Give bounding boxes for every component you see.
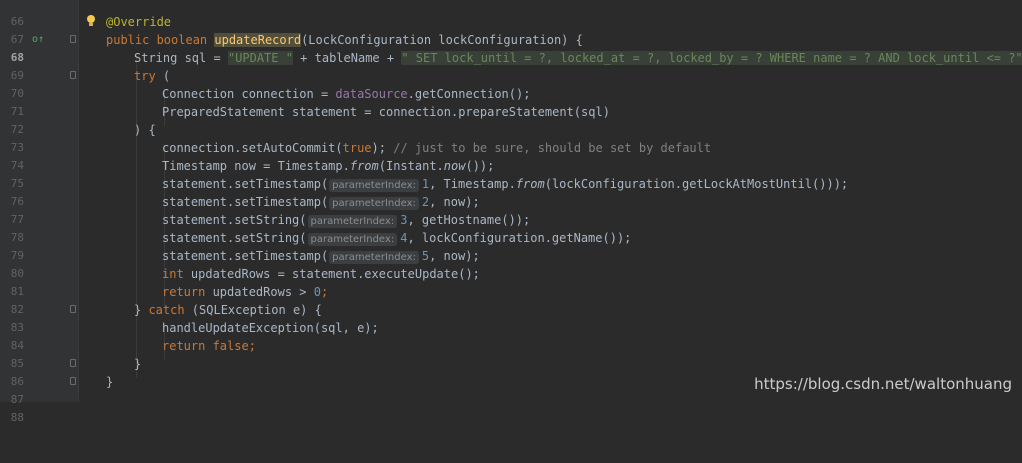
code-editor[interactable]: 66 67 @Override 68 o↑ public boolean upd… xyxy=(0,0,1022,424)
code-line[interactable]: 69 String sql = "UPDATE " + tableName + … xyxy=(0,49,1022,82)
code-text: Connection connection = xyxy=(162,87,336,101)
method-name: updateRecord xyxy=(214,33,302,47)
code-line[interactable]: 70 try ( xyxy=(0,67,1022,100)
code-text: PreparedStatement statement = connection… xyxy=(162,105,610,119)
string-literal: "UPDATE " xyxy=(227,51,293,65)
code-text: (Instant. xyxy=(378,159,444,173)
code-text: connection.setAutoCommit( xyxy=(162,141,343,155)
code-text: (LockConfiguration lockConfiguration) { xyxy=(301,33,583,47)
code-line[interactable]: 74 connection.setAutoCommit(true); // ju… xyxy=(0,139,1022,172)
parameter-hint: parameterIndex: xyxy=(307,233,398,246)
parameter-hint: parameterIndex: xyxy=(329,197,419,210)
code-text: } xyxy=(106,375,114,389)
code-text: statement.setString( xyxy=(162,231,307,245)
code-line[interactable]: 80 statement.setTimestamp(parameterIndex… xyxy=(0,247,1022,280)
static-method: from xyxy=(349,159,379,173)
code-text: , now); xyxy=(429,195,480,209)
override-marker-icon[interactable]: o↑ xyxy=(32,31,44,49)
code-text: (lockConfiguration.getLockAtMostUntil())… xyxy=(544,177,849,191)
code-text: handleUpdateException(sql, e); xyxy=(162,321,379,335)
code-text: statement.setTimestamp( xyxy=(162,177,329,191)
override-annotation: @Override xyxy=(106,15,172,29)
code-line[interactable]: 76 statement.setTimestamp(parameterIndex… xyxy=(0,175,1022,208)
fold-icon[interactable] xyxy=(70,35,76,43)
code-line[interactable]: 86 } xyxy=(0,355,1022,388)
code-line[interactable]: 77 statement.setTimestamp(parameterIndex… xyxy=(0,193,1022,226)
static-method: now xyxy=(443,159,466,173)
number-literal: 0 xyxy=(313,285,321,299)
lightbulb-icon[interactable] xyxy=(86,15,96,26)
code-text: String sql = xyxy=(134,51,228,65)
code-text: ; xyxy=(320,285,329,299)
keyword: true xyxy=(342,141,372,155)
code-line[interactable]: 84 handleUpdateException(sql, e); xyxy=(0,319,1022,352)
parameter-hint: parameterIndex: xyxy=(307,215,398,228)
code-text: Timestamp now = Timestamp. xyxy=(162,159,350,173)
code-line[interactable]: 71 Connection connection = dataSource.ge… xyxy=(0,85,1022,118)
static-method: from xyxy=(515,177,545,191)
code-line[interactable]: 68 o↑ public boolean updateRecord(LockCo… xyxy=(0,31,1022,64)
code-text: statement.setTimestamp( xyxy=(162,195,329,209)
code-text: ()); xyxy=(465,159,495,173)
field-name: dataSource xyxy=(335,87,408,101)
parameter-hint: parameterIndex: xyxy=(329,251,419,264)
code-text: , lockConfiguration.getName()); xyxy=(407,231,632,245)
keyword: public boolean xyxy=(106,33,215,47)
keyword: catch xyxy=(148,303,185,317)
code-line[interactable]: 79 statement.setString(parameterIndex: 4,… xyxy=(0,229,1022,262)
watermark-url: https://blog.csdn.net/waltonhuang xyxy=(754,375,1012,393)
code-line[interactable]: 73 ) { xyxy=(0,121,1022,154)
code-comment: // just to be sure, should be set by def… xyxy=(393,141,712,155)
fold-icon[interactable] xyxy=(70,377,76,385)
code-line[interactable]: 67 @Override xyxy=(0,13,1022,46)
fold-icon[interactable] xyxy=(70,71,76,79)
code-text: statement.setTimestamp( xyxy=(162,249,329,263)
code-text: updatedRows = statement.executeUpdate(); xyxy=(183,267,480,281)
code-text: ( xyxy=(155,69,171,83)
code-text: statement.setString( xyxy=(162,213,307,227)
code-text: .getConnection(); xyxy=(407,87,531,101)
keyword: return xyxy=(162,339,206,353)
string-literal: " SET lock_until = ?, locked_at = ?, loc… xyxy=(401,51,1022,65)
code-line[interactable]: 75 Timestamp now = Timestamp.from(Instan… xyxy=(0,157,1022,190)
fold-icon[interactable] xyxy=(70,305,76,313)
code-text: , getHostname()); xyxy=(407,213,531,227)
code-line[interactable]: 81 int updatedRows = statement.executeUp… xyxy=(0,265,1022,298)
parameter-hint: parameterIndex: xyxy=(329,179,419,192)
keyword: false xyxy=(205,339,249,353)
code-line[interactable]: 82 return updatedRows > 0; xyxy=(0,283,1022,316)
code-text: updatedRows > xyxy=(205,285,314,299)
code-text: ) { xyxy=(134,123,156,137)
code-text: (SQLException e) { xyxy=(184,303,322,317)
code-line[interactable]: 78 statement.setString(parameterIndex: 3,… xyxy=(0,211,1022,244)
code-line[interactable]: 85 return false; xyxy=(0,337,1022,370)
code-text: ; xyxy=(248,339,256,353)
code-text: ); xyxy=(371,141,394,155)
code-line[interactable]: 88 xyxy=(0,391,1022,424)
code-text: } xyxy=(134,303,149,317)
keyword: return xyxy=(162,285,206,299)
keyword: int xyxy=(162,267,184,281)
code-text: , now); xyxy=(429,249,480,263)
code-line[interactable]: 66 xyxy=(0,0,1022,28)
code-text: } xyxy=(134,357,142,371)
code-line[interactable]: 72 PreparedStatement statement = connect… xyxy=(0,103,1022,136)
keyword: try xyxy=(134,69,156,83)
fold-icon[interactable] xyxy=(70,359,76,367)
line-number: 88 xyxy=(10,411,24,424)
code-text: + tableName + xyxy=(292,51,402,65)
code-line[interactable]: 83 } catch (SQLException e) { xyxy=(0,301,1022,334)
code-text: , Timestamp. xyxy=(429,177,516,191)
